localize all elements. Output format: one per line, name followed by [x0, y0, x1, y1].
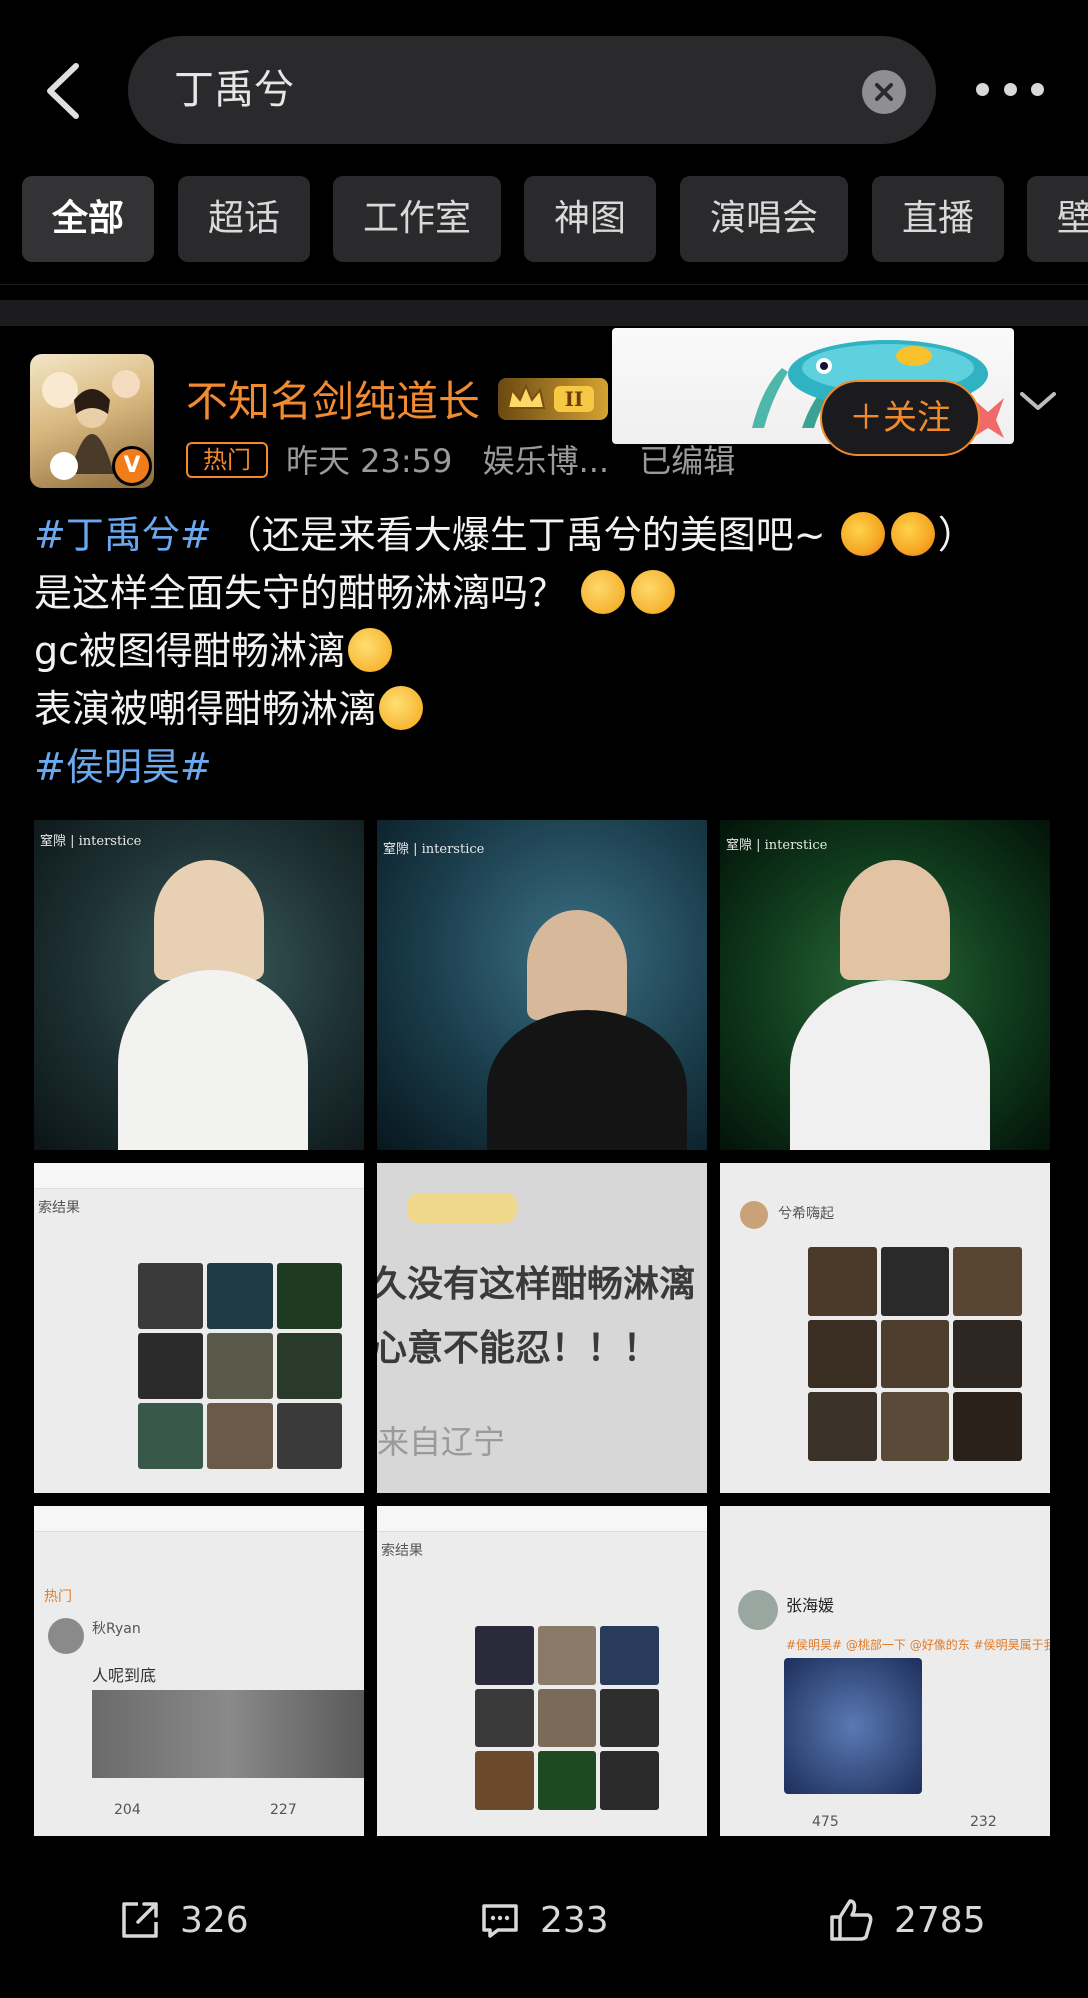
hashtag-link[interactable]: #侯明昊# — [34, 745, 212, 789]
screenshot-header — [377, 1506, 707, 1532]
smirk-emoji-icon — [379, 686, 424, 730]
photo-figure — [840, 860, 950, 980]
like-button[interactable]: 2785 — [828, 1880, 986, 1960]
screenshot-comment-count: 227 — [270, 1802, 297, 1818]
screenshot-text: 来自辽宁 — [377, 1423, 506, 1461]
photo-watermark: 窒隙 | interstice — [40, 834, 142, 849]
tab-wallpaper[interactable]: 壁 — [1027, 176, 1088, 262]
edited-label: 已编辑 — [639, 442, 736, 480]
post-actions: 326 233 2785 — [0, 1880, 1088, 1960]
content-text: 表演被嘲得酣畅淋漓 — [34, 687, 377, 731]
screenshot-image — [784, 1658, 922, 1794]
screenshot-text: 人呢到底 — [92, 1666, 157, 1685]
photo-figure — [487, 1010, 687, 1150]
screenshot-text: 久没有这样酣畅淋漓 — [377, 1264, 696, 1305]
repost-button[interactable]: 326 — [118, 1880, 249, 1960]
screenshot-username: 张海媛 — [786, 1596, 835, 1615]
share-icon — [122, 1902, 158, 1938]
tab-live[interactable]: 直播 — [872, 176, 1004, 262]
photo-thumbnail[interactable]: 兮希嗨起 — [720, 1163, 1050, 1493]
screenshot-avatar — [48, 1618, 84, 1654]
tab-best-pictures[interactable]: 神图 — [524, 176, 656, 262]
section-gap — [0, 300, 1088, 326]
divider — [0, 284, 1088, 285]
photo-thumbnail[interactable]: 张海媛 #侯明昊# @桃部一下 @好像的东 #侯明昊属于我 475 232 — [720, 1506, 1050, 1836]
screenshot-username: 兮希嗨起 — [778, 1206, 834, 1222]
clear-search-button[interactable] — [862, 70, 906, 114]
photo-figure — [527, 910, 627, 1020]
screenshot-hashtags: #侯明昊# @桃部一下 @好像的东 #侯明昊属于我 — [786, 1638, 1050, 1652]
screenshot-label: 索结果 — [38, 1200, 80, 1216]
screenshot-label: 索结果 — [381, 1543, 423, 1559]
photo-figure — [154, 860, 264, 980]
photo-thumbnail[interactable]: 热门 秋Ryan 人呢到底 204 227 — [34, 1506, 364, 1836]
thinking-emoji-icon — [581, 570, 626, 614]
close-icon — [875, 83, 893, 101]
party-popper-emoji-icon — [890, 512, 935, 556]
thumbs-up-icon — [830, 1899, 873, 1941]
content-text: ） — [937, 513, 976, 557]
screenshot-avatar — [738, 1590, 778, 1630]
smirk-emoji-icon — [348, 628, 393, 672]
follow-button[interactable]: ＋关注 — [820, 380, 980, 456]
screenshot-text: 心意不能忍！！！ — [377, 1328, 660, 1369]
repost-count: 326 — [180, 1899, 249, 1941]
highlight-blob — [407, 1193, 517, 1223]
filter-tabs: 全部 超话 工作室 神图 演唱会 直播 壁 — [0, 176, 1088, 264]
comment-icon — [482, 1904, 518, 1938]
svg-text:II: II — [565, 387, 584, 411]
photo-figure — [790, 980, 990, 1150]
back-arrow-icon[interactable] — [40, 60, 90, 122]
search-bar[interactable] — [128, 36, 936, 144]
hashtag-link[interactable]: #丁禹兮# — [34, 513, 212, 557]
comment-button[interactable]: 233 — [478, 1880, 609, 1960]
screenshot-image-strip — [92, 1690, 364, 1778]
username[interactable]: 不知名剑纯道长 — [186, 368, 480, 429]
hot-tag: 热门 — [186, 442, 268, 478]
party-popper-emoji-icon — [840, 512, 885, 556]
comment-count: 233 — [540, 1899, 609, 1941]
photo-thumbnail[interactable]: 窒隙 | interstice — [377, 820, 707, 1150]
thinking-emoji-icon — [631, 570, 676, 614]
post-source[interactable]: 娱乐博... — [483, 442, 610, 480]
verified-badge: V — [112, 446, 152, 486]
post-content: #丁禹兮# （还是来看大爆生丁禹兮的美图吧~ ） 是这样全面失守的酣畅淋漓吗？ … — [34, 506, 1054, 796]
photo-thumbnail[interactable]: 窒隙 | interstice — [34, 820, 364, 1150]
screenshot-repost-count: 475 — [812, 1814, 839, 1830]
screenshot-header — [34, 1163, 364, 1189]
content-text: （还是来看大爆生丁禹兮的美图吧~ — [223, 513, 826, 557]
crown-icon: II — [506, 383, 594, 412]
photo-watermark: 窒隙 | interstice — [726, 838, 828, 853]
more-options-icon[interactable] — [976, 78, 1044, 100]
screenshot-header — [34, 1506, 364, 1532]
content-text: 是这样全面失守的酣畅淋漓吗？ — [34, 571, 567, 615]
photo-thumbnail[interactable]: 窒隙 | interstice — [720, 820, 1050, 1150]
screenshot-image-grid — [138, 1263, 342, 1469]
like-count: 2785 — [894, 1899, 986, 1941]
tab-all[interactable]: 全部 — [22, 176, 154, 262]
screenshot-comment-count: 232 — [970, 1814, 997, 1830]
photo-watermark: 窒隙 | interstice — [383, 842, 485, 857]
screenshot-hot-label: 热门 — [44, 1589, 72, 1605]
post-time: 昨天 23:59 — [286, 442, 453, 480]
screenshot-image-grid — [808, 1247, 1022, 1461]
chevron-down-icon[interactable] — [1016, 386, 1060, 416]
tab-concert[interactable]: 演唱会 — [680, 176, 848, 262]
tab-super-topic[interactable]: 超话 — [178, 176, 310, 262]
screenshot-avatar — [740, 1201, 768, 1229]
screenshot-username: 秋Ryan — [92, 1621, 141, 1637]
search-input[interactable] — [174, 36, 824, 144]
tab-studio[interactable]: 工作室 — [333, 176, 501, 262]
content-text: gc被图得酣畅淋漓 — [34, 629, 346, 673]
photo-thumbnail[interactable]: 久没有这样酣畅淋漓 心意不能忍！！！ 来自辽宁 — [377, 1163, 707, 1493]
photo-thumbnail[interactable]: 索结果 — [377, 1506, 707, 1836]
vip-level-badge: II — [498, 378, 608, 420]
post-meta: 昨天 23:59 娱乐博... 已编辑 — [286, 436, 755, 482]
photo-thumbnail[interactable]: 索结果 — [34, 1163, 364, 1493]
screenshot-image-grid — [475, 1626, 659, 1810]
screenshot-repost-count: 204 — [114, 1802, 141, 1818]
photo-figure — [118, 970, 308, 1150]
top-bar — [0, 0, 1088, 172]
